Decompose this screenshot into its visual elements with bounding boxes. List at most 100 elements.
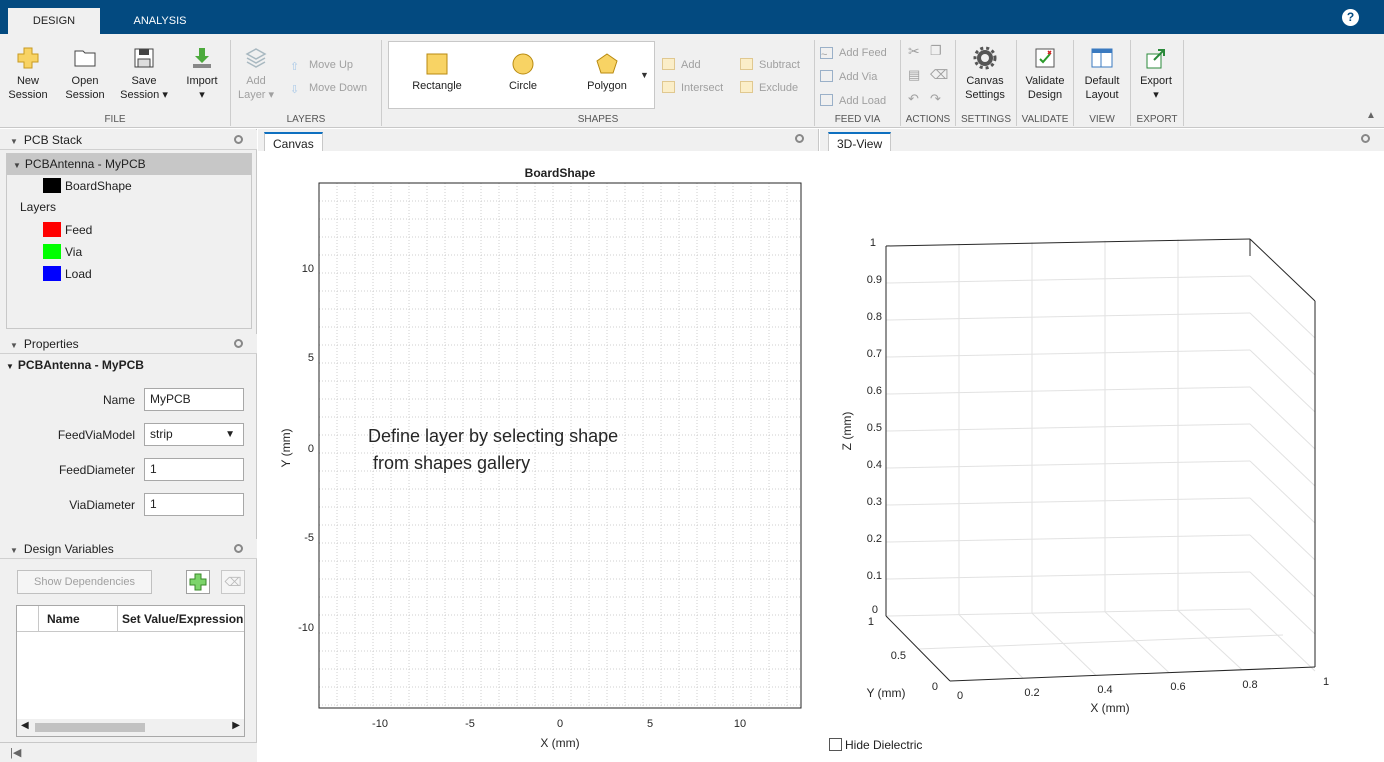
checkbox-box[interactable] (829, 738, 842, 751)
rectangle-shape-button[interactable]: Rectangle (397, 52, 477, 92)
validate-design-button[interactable]: Validate Design (1020, 46, 1070, 102)
import-button[interactable]: Import ▾ (180, 46, 224, 102)
expand-triangle-icon: ▼ (13, 161, 21, 170)
copy-icon[interactable]: ❐ (930, 44, 942, 58)
add-load-button[interactable]: Add Load (820, 94, 886, 108)
tree-item-load[interactable]: Load (43, 266, 92, 281)
z-tick-label: 0.7 (867, 348, 882, 360)
3d-xlabel: X (mm) (1090, 701, 1129, 715)
3d-view-tab[interactable]: 3D-View (828, 132, 892, 152)
help-icon[interactable]: ? (1342, 9, 1359, 26)
polygon-shape-button[interactable]: Polygon (567, 52, 647, 92)
tree-item-feed[interactable]: Feed (43, 222, 92, 237)
panel-options-icon[interactable] (234, 339, 243, 348)
add-variable-button[interactable] (186, 570, 210, 594)
canvas-settings-button[interactable]: Canvas Settings (958, 46, 1012, 102)
grid-line (885, 312, 1251, 321)
grid-line (1249, 608, 1316, 672)
viadiameter-field[interactable]: 1 (144, 493, 244, 516)
tree-item-via[interactable]: Via (43, 244, 82, 259)
tree-item-boardshape[interactable]: BoardShape (43, 178, 132, 193)
scroll-left-icon[interactable]: ◀ (21, 720, 29, 731)
x-tick-label: 0.8 (1242, 679, 1257, 691)
cut-icon[interactable]: ✂ (908, 44, 920, 58)
circle-label: Circle (508, 80, 538, 92)
y-ticks: 1 0.5 0 (868, 616, 938, 693)
add-via-button[interactable]: Add Via (820, 70, 877, 84)
tab-analysis[interactable]: ANALYSIS (110, 8, 210, 34)
open-session-button[interactable]: Open Session (60, 46, 110, 102)
show-dependencies-button[interactable]: Show Dependencies (17, 570, 152, 594)
scrollbar-thumb[interactable] (35, 723, 145, 732)
feeddiameter-field[interactable]: 1 (144, 458, 244, 481)
panel-options-icon[interactable] (234, 135, 243, 144)
export-label-1: Export (1140, 75, 1172, 87)
delete-variable-button[interactable]: ⌫ (221, 570, 245, 594)
rectangle-label: Rectangle (412, 80, 462, 92)
panel-options-icon[interactable] (795, 134, 804, 143)
via-label: Via (65, 245, 83, 259)
z-tick-label: 0.2 (867, 533, 882, 545)
properties-object[interactable]: ▼ PCBAntenna - MyPCB (6, 358, 144, 372)
hide-dielectric-checkbox[interactable]: Hide Dielectric (829, 738, 922, 752)
add-layer-button[interactable]: Add Layer ▾ (236, 46, 276, 102)
polygon-label: Polygon (587, 80, 627, 92)
col-header-value[interactable]: Set Value/Expression (122, 612, 243, 626)
z-tick-label: 0.9 (867, 274, 882, 286)
new-session-button[interactable]: New Session (8, 46, 48, 102)
move-down-button[interactable]: ⇩ Move Down (290, 81, 367, 96)
move-up-button[interactable]: ⇧ Move Up (290, 58, 353, 73)
grid-line (885, 497, 1251, 506)
ribbon-separator (1183, 40, 1184, 126)
grid-line (1249, 571, 1316, 635)
col-header-name[interactable]: Name (47, 612, 80, 626)
y-tick-label: 5 (308, 352, 314, 364)
exclude-boolean-icon (740, 81, 753, 93)
import-icon (193, 48, 211, 68)
delete-icon[interactable]: ⌫ (930, 68, 948, 82)
design-variables-header[interactable]: ▼ Design Variables (0, 539, 257, 559)
tree-item-layers[interactable]: Layers (20, 200, 56, 214)
grid-line (1104, 611, 1170, 673)
scroll-right-icon[interactable]: ▶ (232, 720, 240, 731)
paste-icon[interactable]: ▤ (908, 68, 920, 82)
save-session-label-1: Save (131, 75, 157, 87)
save-session-button[interactable]: Save Session ▾ (114, 46, 174, 102)
properties-header[interactable]: ▼ Properties (0, 334, 257, 354)
grid-line (885, 349, 1251, 358)
feed-color-swatch (43, 222, 61, 237)
collapse-triangle-icon: ▼ (10, 137, 18, 146)
add-feed-button[interactable]: ~ Add Feed (820, 46, 887, 61)
default-layout-button[interactable]: Default Layout (1078, 46, 1126, 102)
boolean-exclude-button[interactable]: Exclude (740, 81, 798, 95)
z-tick-label: 0 (872, 604, 878, 616)
redo-icon[interactable]: ↷ (930, 92, 941, 106)
panel-options-icon[interactable] (234, 544, 243, 553)
import-label-2: ▾ (199, 89, 205, 101)
viadiameter-label: ViaDiameter (69, 498, 135, 512)
panel-options-icon[interactable] (1361, 134, 1370, 143)
undo-icon[interactable]: ↶ (908, 92, 919, 106)
board-canvas-plot: BoardShape -10 -5 0 5 10 10 5 0 -5 -10 X… (279, 166, 802, 750)
tab-design[interactable]: DESIGN (8, 8, 100, 34)
export-button[interactable]: Export ▾ (1136, 46, 1176, 102)
gallery-expand-icon[interactable]: ▼ (640, 70, 649, 80)
design-variables-table: Name Set Value/Expression ◀ ▶ (16, 605, 245, 737)
horizontal-scrollbar[interactable]: ◀ ▶ (17, 719, 244, 736)
collapse-ribbon-icon[interactable]: ▲ (1366, 110, 1376, 121)
3d-ylabel: Y (mm) (866, 686, 905, 700)
design-variables-title: Design Variables (23, 542, 114, 556)
feedviamodel-select[interactable]: strip ▼ (144, 423, 244, 446)
pcb-stack-header[interactable]: ▼ PCB Stack (0, 130, 257, 150)
polygon-icon (596, 53, 618, 74)
circle-shape-button[interactable]: Circle (483, 52, 563, 92)
boolean-subtract-button[interactable]: Subtract (740, 58, 800, 72)
boolean-intersect-button[interactable]: Intersect (662, 81, 723, 95)
boolean-add-button[interactable]: Add (662, 58, 701, 72)
tree-root[interactable]: ▼ PCBAntenna - MyPCB (7, 154, 251, 175)
collapse-left-icon[interactable]: |◀ (10, 746, 21, 759)
canvas-tab[interactable]: Canvas (264, 132, 323, 152)
feedviamodel-value: strip (150, 427, 173, 441)
name-field[interactable]: MyPCB (144, 388, 244, 411)
toolstrip-ribbon: New Session Open Session Save Session ▾ Imp… (0, 34, 1384, 128)
